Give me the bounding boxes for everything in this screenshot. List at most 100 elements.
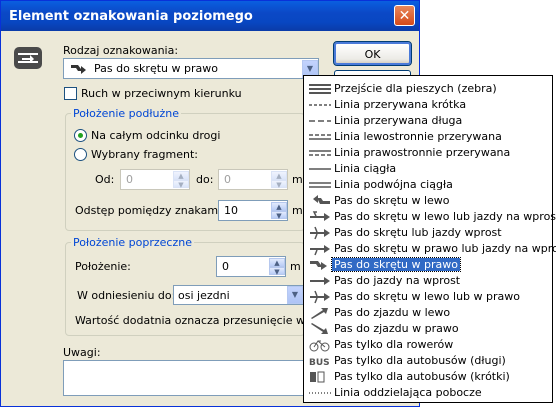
ok-button[interactable]: OK xyxy=(333,41,412,66)
right-dashed-line-icon xyxy=(309,150,331,156)
dropdown-option-label: Przejście dla pieszych (zebra) xyxy=(334,82,497,95)
dropdown-option-label: Linia przerywana długa xyxy=(334,114,463,127)
dropdown-option-label: Pas do jazdy na wprost xyxy=(334,274,461,287)
exit-left-arrow-icon xyxy=(311,308,328,319)
dropdown-option-label: Pas do skrętu w prawo lub jazdy na wpros… xyxy=(334,242,556,255)
exit-right-arrow-icon xyxy=(311,323,328,334)
bus-short-icon xyxy=(310,371,325,383)
fragment-label: Wybrany fragment: xyxy=(91,148,199,161)
dropdown-option[interactable]: Pas tylko dla autobusów (krótki) xyxy=(304,369,552,385)
position-input[interactable]: 0 ▲ ▼ xyxy=(216,256,286,277)
dropdown-option[interactable]: Pas tylko dla rowerów xyxy=(304,337,552,353)
svg-text:BUS: BUS xyxy=(309,358,330,368)
dropdown-option-label: Pas do zjazdu w prawo xyxy=(334,322,459,335)
dropdown-option[interactable]: Pas do skrętu w prawo xyxy=(304,257,552,273)
from-value: 0 xyxy=(126,173,133,186)
spacing-unit: m xyxy=(292,204,303,217)
dropdown-option[interactable]: Linia przerywana krótka xyxy=(304,97,552,113)
whole-road-label: Na całym odcinku drogi xyxy=(91,129,221,142)
spacing-spinner[interactable]: ▲ ▼ xyxy=(271,202,287,219)
position-spinner[interactable]: ▲ ▼ xyxy=(269,258,285,275)
dropdown-option-label: Pas do skrętu lub jazdy wprost xyxy=(334,226,502,239)
dropdown-option[interactable]: Linia podwójna ciągła xyxy=(304,177,552,193)
dropdown-option-label: Pas tylko dla rowerów xyxy=(334,338,454,351)
turn-right-arrow-icon xyxy=(310,261,327,270)
left-dashed-line-icon xyxy=(309,134,331,140)
long-dashed-line-icon xyxy=(309,120,331,122)
chevron-down-icon[interactable]: ▼ xyxy=(287,286,303,304)
to-unit: m xyxy=(292,173,303,186)
dropdown-option[interactable]: Pas do jazdy na wprost xyxy=(304,273,552,289)
reverse-traffic-label: Ruch w przeciwnym kierunku xyxy=(81,87,242,100)
relative-to-value: osi jezdni xyxy=(178,289,230,302)
to-spinner[interactable]: ▲ ▼ xyxy=(271,171,287,188)
relative-to-select[interactable]: osi jezdni ▼ xyxy=(173,285,304,305)
marking-type-select[interactable]: Pas do skrętu w prawo ▼ xyxy=(63,58,319,79)
from-spinner[interactable]: ▲ ▼ xyxy=(173,171,189,188)
marking-type-value: Pas do skrętu w prawo xyxy=(94,62,218,75)
marking-type-dropdown-list: Przejście dla pieszych (zebra) Linia prze… xyxy=(303,75,556,403)
bus-long-icon: BUS xyxy=(309,358,330,368)
dropdown-option[interactable]: Pas do skrętu lub jazdy wprost xyxy=(304,225,552,241)
double-solid-line-icon xyxy=(309,182,331,188)
position-value: 0 xyxy=(222,260,229,273)
dropdown-option[interactable]: Przejście dla pieszych (zebra) xyxy=(304,81,552,97)
to-value: 0 xyxy=(224,173,231,186)
position-label: Położenie: xyxy=(75,260,131,273)
straight-arrow-icon xyxy=(310,277,330,285)
dropdown-option-label: Linia prawostronnie przerywana xyxy=(334,146,511,159)
dropdown-option-label: Pas tylko dla autobusów (długi) xyxy=(334,354,506,367)
dropdown-option[interactable]: Pas do zjazdu w lewo xyxy=(304,305,552,321)
dropdown-option-label: Linia podwójna ciągła xyxy=(334,178,453,191)
dropdown-option[interactable]: Linia przerywana długa xyxy=(304,113,552,129)
marking-type-label: Rodzaj oznakowania: xyxy=(63,44,179,57)
whole-road-radio[interactable] xyxy=(74,129,87,142)
short-dashed-line-icon xyxy=(309,104,331,106)
solid-line-icon xyxy=(309,168,331,170)
spacing-label: Odstęp pomiędzy znakami: xyxy=(75,204,225,217)
zebra-icon xyxy=(309,84,331,94)
dropdown-option-label: Pas do zjazdu w lewo xyxy=(334,306,451,319)
reverse-traffic-checkbox[interactable] xyxy=(64,87,77,100)
from-label: Od: xyxy=(95,173,115,186)
dropdown-option-label: Linia ciągła xyxy=(334,162,397,175)
dropdown-option[interactable]: Pas do skrętu w lewo lub w prawo xyxy=(304,289,552,305)
notes-label: Uwagi: xyxy=(63,346,101,359)
dropdown-option[interactable]: Linia lewostronnie przerywana xyxy=(304,129,552,145)
longitudinal-position-title: Położenie podłużne xyxy=(71,107,181,120)
dropdown-option[interactable]: BUS Pas tylko dla autobusów (długi) xyxy=(304,353,552,369)
turn-or-straight-arrow-icon xyxy=(310,226,330,240)
dropdown-option[interactable]: Pas do zjazdu w prawo xyxy=(304,321,552,337)
from-input[interactable]: 0 ▲ ▼ xyxy=(120,169,190,190)
spacing-value: 10 xyxy=(224,204,238,217)
dropdown-option-label: Linia lewostronnie przerywana xyxy=(334,130,502,143)
dropdown-option-label: Linia oddzielająca pobocze xyxy=(334,386,482,399)
dropdown-option[interactable]: Pas do skrętu w prawo lub jazdy na wpros… xyxy=(304,241,556,257)
close-button[interactable]: ✕ xyxy=(394,5,415,26)
left-or-straight-arrow-icon xyxy=(310,211,330,221)
relative-to-label: W odniesieniu do: xyxy=(77,289,176,302)
positive-value-note: Wartość dodatnia oznacza przesunięcie w … xyxy=(75,314,336,327)
dropdown-option[interactable]: Pas do skrętu w lewo lub jazdy na wprost xyxy=(304,209,556,225)
dropdown-option-label: Pas do skrętu w lewo xyxy=(334,194,450,207)
bicycle-icon xyxy=(309,340,330,352)
spacing-input[interactable]: 10 ▲ ▼ xyxy=(218,200,288,221)
road-marking-icon xyxy=(14,47,42,69)
window-title: Element oznakowania poziomego xyxy=(9,9,253,24)
fragment-radio[interactable] xyxy=(74,148,87,161)
title-bar[interactable]: Element oznakowania poziomego ✕ xyxy=(1,1,419,31)
transverse-position-title: Położenie poprzeczne xyxy=(71,236,194,249)
dropdown-option[interactable]: Linia prawostronnie przerywana xyxy=(304,145,552,161)
left-or-right-arrow-icon xyxy=(310,290,330,304)
dropdown-option-label: Pas do skrętu w prawo xyxy=(331,257,461,272)
to-input[interactable]: 0 ▲ ▼ xyxy=(218,169,288,190)
dropdown-option[interactable]: Linia oddzielająca pobocze xyxy=(304,385,552,401)
dropdown-option[interactable]: Linia ciągła xyxy=(304,161,552,177)
turn-right-arrow-icon xyxy=(71,65,86,74)
dropdown-option-label: Pas tylko dla autobusów (krótki) xyxy=(334,370,510,383)
dropdown-option[interactable]: Pas do skrętu w lewo xyxy=(304,193,552,209)
to-label: do: xyxy=(196,173,214,186)
dotted-line-icon xyxy=(309,392,331,394)
dropdown-option-label: Linia przerywana krótka xyxy=(334,98,467,111)
notes-textarea[interactable] xyxy=(63,360,305,396)
